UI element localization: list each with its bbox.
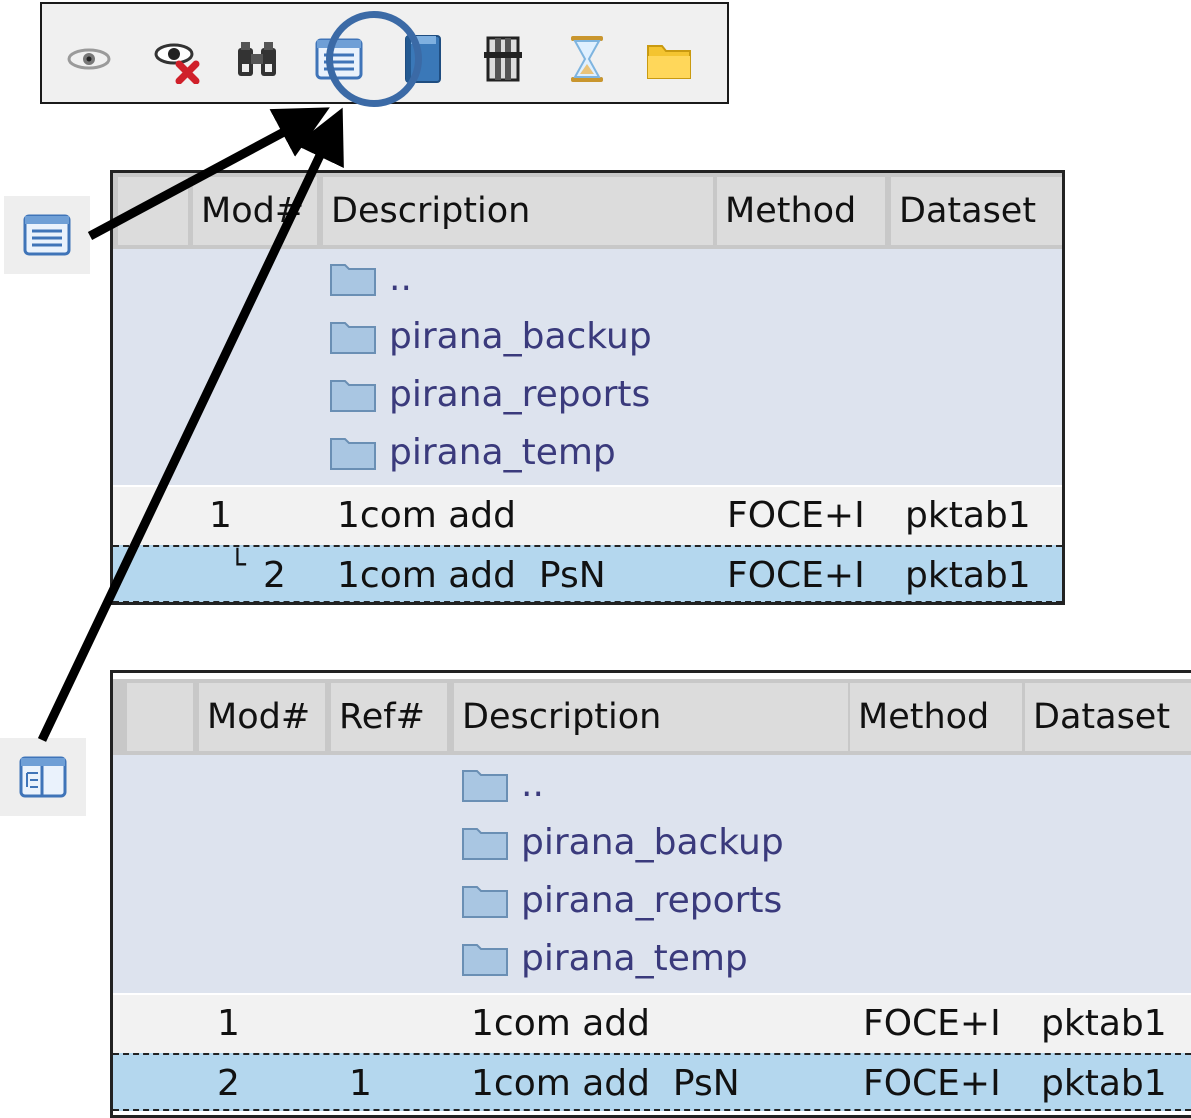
table-row-selected[interactable]: 2 1 1com add PsN FOCE+I pktab1 (113, 1053, 1191, 1111)
folder-row-parent[interactable]: .. (461, 755, 544, 813)
folder-row-pirana-reports[interactable]: pirana_reports (461, 871, 782, 929)
table-header: Mod# Description Method Dataset (113, 173, 1062, 249)
column-header-blank[interactable] (118, 177, 188, 245)
folder-label: pirana_backup (521, 821, 784, 863)
columns-icon[interactable] (478, 34, 528, 84)
folder-icon (330, 264, 376, 296)
folder-icon (330, 322, 376, 354)
folder-icon (330, 438, 376, 470)
table-row-selected[interactable]: └ 2 1com add PsN FOCE+I pktab1 (113, 545, 1062, 602)
cell-method: FOCE+I (863, 1003, 1001, 1044)
highlight-ring (326, 11, 422, 107)
column-header-description[interactable]: Description (454, 683, 848, 751)
column-header-method[interactable]: Method (850, 683, 1022, 751)
folder-row-pirana-backup[interactable]: pirana_backup (461, 813, 784, 871)
folder-label: pirana_backup (389, 315, 652, 357)
cell-mod: 2 (217, 1063, 240, 1104)
column-header-description[interactable]: Description (323, 177, 713, 245)
cell-mod: 1 (209, 495, 232, 536)
side-list-view-icon (4, 196, 90, 274)
cell-dataset: pktab1 (1041, 1003, 1167, 1044)
folder-list: .. pirana_backup pirana_reports pirana_t… (113, 249, 1062, 485)
model-table-list: Mod# Description Method Dataset .. piran… (110, 170, 1065, 605)
folder-label: pirana_reports (521, 879, 783, 921)
side-tree-view-icon (0, 738, 86, 816)
folder-label: .. (521, 763, 544, 805)
column-header-blank[interactable] (127, 683, 193, 751)
folder-label: .. (389, 257, 412, 299)
folder-icon (462, 886, 508, 918)
cell-method: FOCE+I (727, 555, 865, 596)
tree-branch-glyph: └ (229, 548, 246, 581)
binoculars-icon[interactable] (232, 34, 282, 84)
cell-dataset: pktab1 (905, 495, 1031, 536)
cell-method: FOCE+I (863, 1063, 1001, 1104)
cell-method: FOCE+I (727, 495, 865, 536)
folder-label: pirana_reports (389, 373, 651, 415)
column-header-ref[interactable]: Ref# (331, 683, 447, 751)
folder-row-pirana-temp[interactable]: pirana_temp (329, 423, 616, 481)
cell-ref: 1 (349, 1063, 372, 1104)
folder-label: pirana_temp (521, 937, 748, 979)
column-header-mod[interactable]: Mod# (193, 177, 317, 245)
folder-icon (330, 380, 376, 412)
cell-dataset: pktab1 (905, 555, 1031, 596)
table-row[interactable]: 1 1com add FOCE+I pktab1 (113, 487, 1062, 545)
column-header-method[interactable]: Method (717, 177, 885, 245)
hide-eye-icon[interactable] (152, 34, 202, 84)
folder-list: .. pirana_backup pirana_reports pirana_t… (113, 755, 1191, 993)
column-header-dataset[interactable]: Dataset (891, 177, 1062, 245)
table-header: Mod# Ref# Description Method Dataset (113, 679, 1191, 755)
column-header-dataset[interactable]: Dataset (1025, 683, 1191, 751)
hourglass-icon[interactable] (562, 34, 612, 84)
folder-icon (462, 770, 508, 802)
folder-row-pirana-reports[interactable]: pirana_reports (329, 365, 650, 423)
folder-row-parent[interactable]: .. (329, 249, 412, 307)
cell-dataset: pktab1 (1041, 1063, 1167, 1104)
folder-label: pirana_temp (389, 431, 616, 473)
folder-icon[interactable] (644, 34, 694, 84)
cell-mod: 1 (217, 1003, 240, 1044)
folder-icon (462, 944, 508, 976)
cell-mod: 2 (263, 555, 286, 596)
cell-description: 1com add (337, 495, 516, 536)
folder-row-pirana-backup[interactable]: pirana_backup (329, 307, 652, 365)
table-row[interactable]: 1 1com add FOCE+I pktab1 (113, 995, 1191, 1053)
model-table-tree: Mod# Ref# Description Method Dataset .. … (110, 670, 1191, 1118)
folder-icon (462, 828, 508, 860)
toolbar (40, 2, 729, 107)
column-header-mod[interactable]: Mod# (199, 683, 325, 751)
folder-row-pirana-temp[interactable]: pirana_temp (461, 929, 748, 987)
cell-description: 1com add PsN (471, 1063, 740, 1104)
cell-description: 1com add PsN (337, 555, 606, 596)
eye-icon[interactable] (64, 34, 114, 84)
cell-description: 1com add (471, 1003, 650, 1044)
